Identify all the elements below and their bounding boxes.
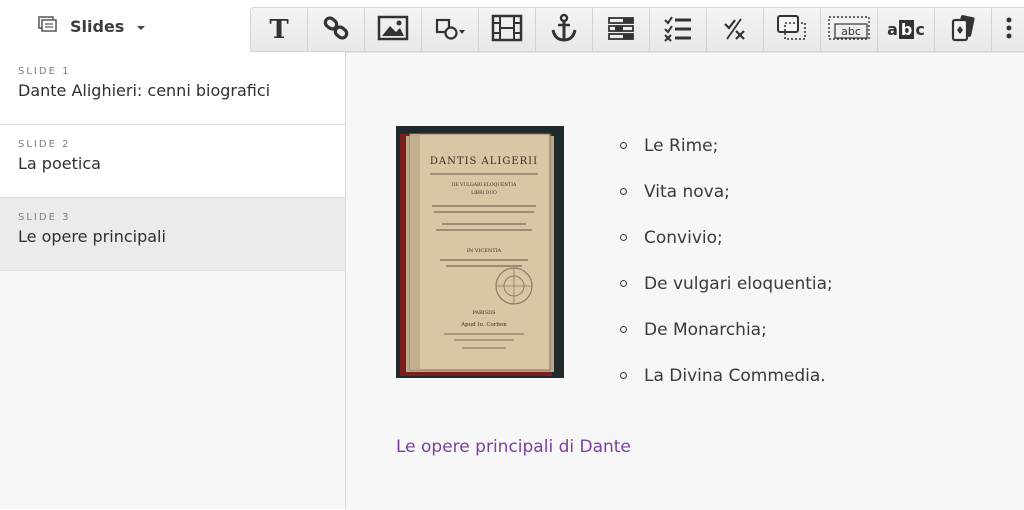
- image-tool-button[interactable]: [365, 8, 422, 51]
- image-icon: [377, 15, 409, 45]
- link-tool-button[interactable]: [308, 8, 365, 51]
- spellcheck-icon: a b c: [887, 20, 925, 39]
- slides-menu-label: Slides: [70, 16, 125, 36]
- list-item: Convivio;: [614, 223, 833, 269]
- book-cover-image[interactable]: DANTIS ALIGERII DE VULGARI ELOQUENTIA LI…: [396, 126, 564, 378]
- title-page-line-1: DANTIS ALIGERII: [430, 156, 538, 167]
- text-icon: T: [269, 14, 289, 45]
- slide-title: Le opere principali: [18, 227, 166, 246]
- title-page-line-4: IN VICENTIA: [467, 248, 502, 254]
- text-tool-button[interactable]: T: [251, 8, 308, 51]
- video-icon: [491, 14, 523, 46]
- dropdown-caret-icon: [136, 17, 146, 36]
- link-icon: [322, 14, 350, 46]
- sidebar-item-slide-1[interactable]: SLIDE 1 Dante Alighieri: cenni biografic…: [0, 52, 345, 125]
- textbox-tool-button[interactable]: abc: [821, 8, 878, 51]
- title-page-line-5: PARISIIS: [472, 310, 496, 316]
- slide-title: La poetica: [18, 154, 101, 173]
- list-item: La Divina Commedia.: [614, 361, 833, 407]
- dismiss-tool-button[interactable]: [707, 8, 764, 51]
- spellcheck-tool-button[interactable]: a b c: [878, 8, 935, 51]
- list-item: De vulgari eloquentia;: [614, 269, 833, 315]
- sidebar-item-slide-3[interactable]: SLIDE 3 Le opere principali: [0, 198, 345, 271]
- frame-tool-button[interactable]: [764, 8, 821, 51]
- list-item: Le Rime;: [614, 131, 833, 177]
- textbox-icon: abc: [827, 14, 871, 46]
- spell-letter-b: b: [898, 20, 915, 39]
- works-bullet-list: Le Rime; Vita nova; Convivio; De vulgari…: [614, 131, 833, 407]
- slide-title: Dante Alighieri: cenni biografici: [18, 81, 271, 100]
- slides-sidebar: SLIDE 1 Dante Alighieri: cenni biografic…: [0, 52, 346, 509]
- title-page-line-3: LIBRI DUO: [471, 190, 497, 196]
- slide-canvas: DANTIS ALIGERII DE VULGARI ELOQUENTIA LI…: [346, 52, 1024, 510]
- top-bar: Slides T abc a b c: [0, 0, 1024, 52]
- title-page-line-2: DE VULGARI ELOQUENTIA: [452, 182, 517, 188]
- checklist-icon: [662, 14, 694, 46]
- slides-menu-button[interactable]: Slides: [38, 10, 146, 42]
- shapes-tool-button[interactable]: [422, 8, 479, 51]
- spell-letter-a: a: [887, 20, 898, 39]
- list-item: Vita nova;: [614, 177, 833, 223]
- dismiss-icon: [721, 15, 749, 45]
- form-tool-button[interactable]: [593, 8, 650, 51]
- slides-list-icon: [38, 16, 58, 36]
- caption-link[interactable]: Le opere principali di Dante: [396, 437, 631, 457]
- video-tool-button[interactable]: [479, 8, 536, 51]
- form-icon: [606, 15, 636, 45]
- sidebar-item-slide-2[interactable]: SLIDE 2 La poetica: [0, 125, 345, 198]
- cards-tool-button[interactable]: [935, 8, 992, 51]
- more-tools-button[interactable]: [992, 8, 1024, 51]
- frame-icon: [776, 14, 808, 46]
- spell-letter-c: c: [915, 20, 925, 39]
- more-icon: [1006, 17, 1012, 43]
- textbox-icon-label: abc: [841, 25, 861, 38]
- slide-number: SLIDE 1: [18, 66, 71, 77]
- anchor-tool-button[interactable]: [536, 8, 593, 51]
- editor-toolbar: T abc a b c: [250, 7, 1024, 52]
- checklist-tool-button[interactable]: [650, 8, 707, 51]
- list-item: De Monarchia;: [614, 315, 833, 361]
- slide-number: SLIDE 3: [18, 212, 71, 223]
- cards-icon: [949, 13, 977, 47]
- title-page-line-6: Apud Io. Corbon: [460, 322, 507, 328]
- slide-number: SLIDE 2: [18, 139, 71, 150]
- anchor-icon: [549, 13, 579, 47]
- shapes-icon: [433, 15, 467, 45]
